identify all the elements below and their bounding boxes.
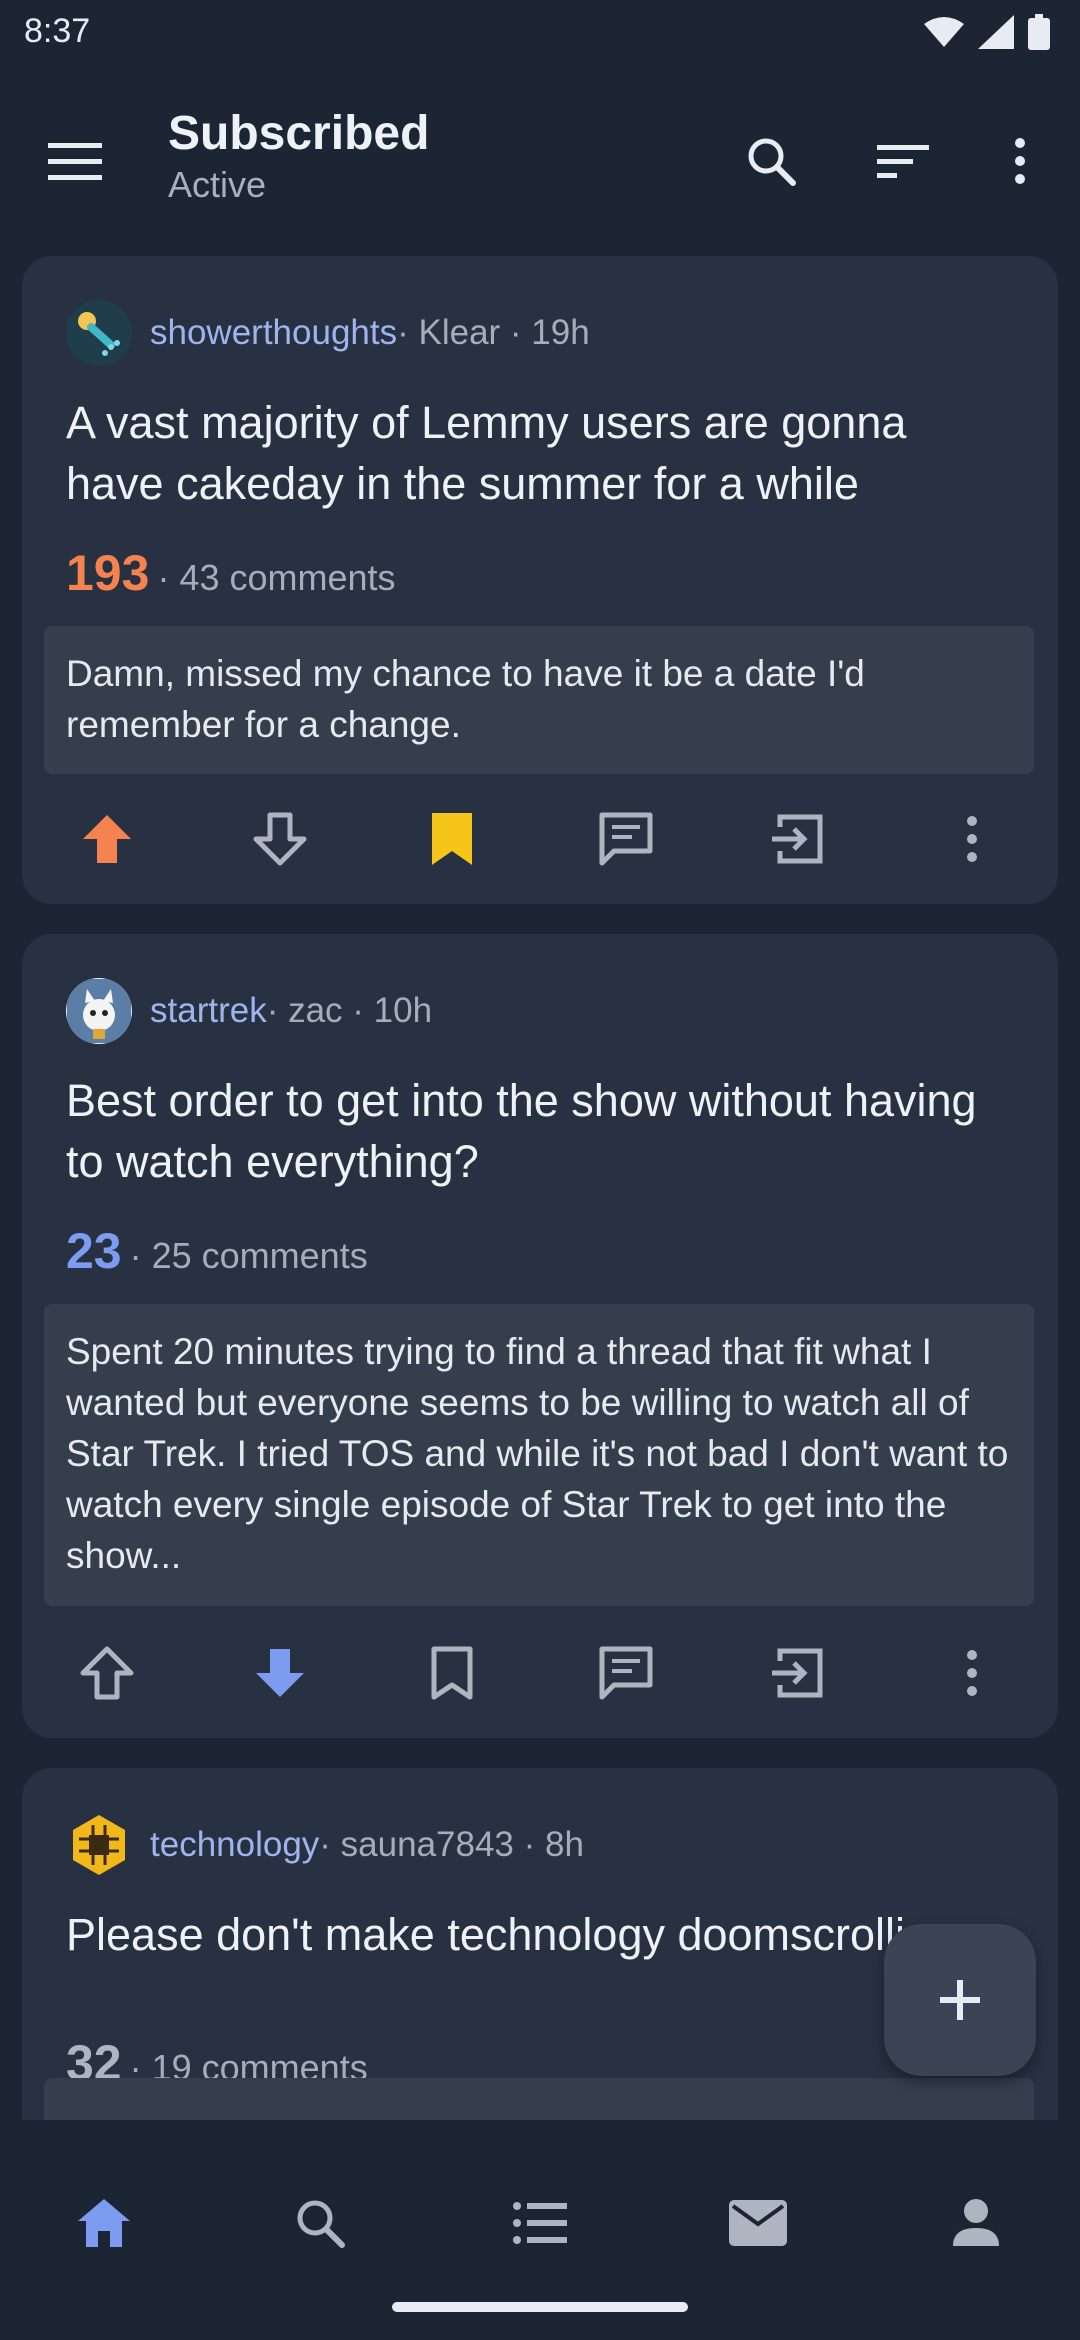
comment-icon <box>599 1646 653 1700</box>
page-title: Subscribed <box>168 107 430 160</box>
page-subtitle: Active <box>168 164 267 205</box>
post-body-preview[interactable]: Spent 20 minutes trying to find a thread… <box>44 1304 1034 1606</box>
nav-search[interactable] <box>275 2178 365 2268</box>
person-icon <box>953 2199 999 2246</box>
menu-icon <box>48 143 102 180</box>
sort-icon <box>877 145 929 178</box>
post-card[interactable]: startrek · zac · 10h Best order to get i… <box>22 934 1058 1738</box>
status-icons <box>924 14 1050 50</box>
search-icon <box>297 2200 345 2248</box>
post-author-time: · Klear · 19h <box>397 313 590 352</box>
mail-icon <box>729 2200 787 2246</box>
comment-count: · 25 comments <box>129 1235 368 1276</box>
post-author-time: · sauna7843 · 8h <box>319 1825 584 1864</box>
nav-inbox[interactable] <box>713 2178 803 2268</box>
post-author-time: · zac · 10h <box>266 991 433 1030</box>
community-avatar[interactable] <box>66 978 132 1044</box>
status-time: 8:37 <box>24 12 91 50</box>
wifi-icon <box>924 17 964 47</box>
chip-icon <box>73 1815 125 1875</box>
comment-count: · 43 comments <box>157 557 396 598</box>
startrek-cat-icon <box>67 979 131 1043</box>
post-score: 23 <box>66 1223 122 1279</box>
overflow-menu-button[interactable] <box>985 126 1055 196</box>
post-meta: technology · sauna7843 · 8h <box>66 1812 584 1878</box>
downvote-button[interactable] <box>235 1628 325 1718</box>
upvote-button[interactable] <box>62 1628 152 1718</box>
bookmark-filled-icon <box>432 813 472 865</box>
community-avatar[interactable] <box>66 1812 132 1878</box>
open-link-button[interactable] <box>753 1628 843 1718</box>
sort-button[interactable] <box>868 126 938 196</box>
exit-to-app-icon <box>772 1648 823 1698</box>
signal-icon <box>978 15 1014 49</box>
post-title[interactable]: A vast majority of Lemmy users are gonna… <box>66 392 1006 514</box>
showerhead-icon <box>78 312 120 356</box>
community-link[interactable]: startrek <box>150 991 267 1031</box>
post-body-preview[interactable]: Damn, missed my chance to have it be a d… <box>44 626 1034 774</box>
save-button[interactable] <box>407 1628 497 1718</box>
nav-communities[interactable] <box>495 2178 585 2268</box>
post-actions <box>22 1628 1058 1718</box>
post-card[interactable]: showerthoughts · Klear · 19h A vast majo… <box>22 256 1058 904</box>
post-score: 193 <box>66 545 150 601</box>
status-bar: 8:37 <box>0 0 1080 66</box>
more-vert-icon <box>967 1650 977 1696</box>
comment-icon <box>599 812 653 866</box>
search-button[interactable] <box>736 126 806 196</box>
post-title[interactable]: Best order to get into the show without … <box>66 1070 1006 1192</box>
post-actions <box>22 794 1058 884</box>
home-icon <box>78 2199 130 2247</box>
more-vert-icon <box>967 816 977 862</box>
post-body-preview[interactable] <box>44 2078 1034 2120</box>
menu-button[interactable] <box>40 126 110 196</box>
arrow-up-icon <box>83 815 131 863</box>
list-icon <box>513 2202 567 2244</box>
reply-button[interactable] <box>581 1628 671 1718</box>
more-vert-icon <box>1015 138 1025 184</box>
gesture-handle[interactable] <box>392 2302 688 2312</box>
create-post-fab[interactable] <box>884 1924 1036 2076</box>
community-avatar[interactable] <box>66 300 132 366</box>
post-stats: 23 · 25 comments <box>66 1222 368 1280</box>
arrow-down-icon <box>256 1649 304 1697</box>
search-icon <box>748 138 796 186</box>
exit-to-app-icon <box>772 814 823 864</box>
post-more-button[interactable] <box>927 1628 1017 1718</box>
app-bar: Subscribed Active <box>0 66 1080 246</box>
open-link-button[interactable] <box>753 794 843 884</box>
nav-home[interactable] <box>59 2178 149 2268</box>
post-meta: showerthoughts · Klear · 19h <box>66 300 590 366</box>
plus-icon <box>940 1980 980 2020</box>
nav-profile[interactable] <box>931 2178 1021 2268</box>
community-link[interactable]: technology <box>150 1825 319 1865</box>
reply-button[interactable] <box>581 794 671 884</box>
arrow-down-icon <box>253 812 307 866</box>
post-stats: 193 · 43 comments <box>66 544 396 602</box>
save-button[interactable] <box>407 794 497 884</box>
post-more-button[interactable] <box>927 794 1017 884</box>
post-meta: startrek · zac · 10h <box>66 978 432 1044</box>
community-link[interactable]: showerthoughts <box>150 313 397 353</box>
battery-icon <box>1028 14 1050 50</box>
post-title[interactable]: Please don't make technology doomscrolli <box>66 1904 1006 1965</box>
upvote-button[interactable] <box>62 794 152 884</box>
bookmark-icon <box>431 1646 473 1700</box>
downvote-button[interactable] <box>235 794 325 884</box>
arrow-up-icon <box>80 1646 134 1700</box>
